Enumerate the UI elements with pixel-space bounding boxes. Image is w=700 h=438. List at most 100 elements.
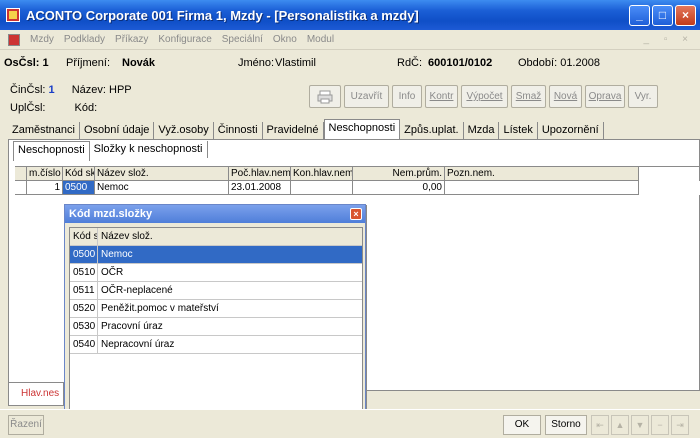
nova-button[interactable]: Nová bbox=[549, 85, 582, 108]
vyr-button[interactable]: Vyr. bbox=[628, 85, 658, 108]
menu-modul[interactable]: Modul bbox=[302, 34, 339, 45]
kod-label: Kód: bbox=[74, 102, 98, 114]
cincst-value: 1 bbox=[48, 84, 55, 96]
tab-pravidelne[interactable]: Pravidelné bbox=[263, 122, 324, 139]
uzavrit-button[interactable]: Uzavřít bbox=[344, 85, 389, 108]
close-button[interactable]: × bbox=[675, 5, 696, 26]
menu-konfigurace[interactable]: Konfigurace bbox=[153, 34, 216, 45]
code-list: Kód sk Název slož. 0500 Nemoc 0510 OČR 0… bbox=[69, 227, 363, 438]
cell-poc-hlav[interactable]: 23.01.2008 bbox=[229, 181, 291, 195]
list-item[interactable]: 0540 Nepracovní úraz bbox=[70, 336, 362, 354]
list-item[interactable]: 0500 Nemoc bbox=[70, 246, 362, 264]
jmeno-value: Vlastimil bbox=[275, 57, 316, 69]
window-title: ACONTO Corporate 001 Firma 1, Mzdy - [Pe… bbox=[26, 7, 419, 23]
col-mcislo[interactable]: m.číslo bbox=[27, 167, 63, 181]
print-button[interactable] bbox=[309, 85, 341, 108]
list-item[interactable]: 0530 Pracovní úraz bbox=[70, 318, 362, 336]
smaz-button[interactable]: Smaž bbox=[511, 85, 546, 108]
col-nazev-sloz[interactable]: Název slož. bbox=[98, 228, 362, 245]
item-kod: 0540 bbox=[70, 336, 98, 353]
menu-specialni[interactable]: Speciální bbox=[217, 34, 268, 45]
col-kon-hlav[interactable]: Kon.hlav.nem bbox=[291, 167, 353, 181]
subtab-slozky[interactable]: Složky k neschopnosti bbox=[90, 141, 208, 158]
tab-osobni-udaje[interactable]: Osobní údaje bbox=[80, 122, 155, 139]
item-nazev: OČR-neplacené bbox=[101, 285, 173, 296]
cell-nazev[interactable]: Nemoc bbox=[95, 181, 229, 195]
item-nazev: Nepracovní úraz bbox=[101, 339, 175, 350]
next-record-icon[interactable]: ▼ bbox=[631, 415, 649, 435]
row-indicator-header bbox=[15, 167, 27, 181]
cincst-label: ČinČsl: bbox=[10, 84, 46, 96]
oscst-label: OsČsl: 1 bbox=[4, 57, 49, 69]
menu-okno[interactable]: Okno bbox=[268, 34, 302, 45]
razeni-button[interactable]: Řazení bbox=[8, 415, 44, 435]
col-nazev[interactable]: Název slož. bbox=[95, 167, 229, 181]
col-nem-prum[interactable]: Nem.prům. bbox=[353, 167, 445, 181]
cell-pozn[interactable] bbox=[445, 181, 639, 195]
kontr-button[interactable]: Kontr bbox=[425, 85, 458, 108]
menu-bar: Mzdy Podklady Příkazy Konfigurace Speciá… bbox=[0, 30, 700, 50]
cell-mcislo[interactable]: 1 bbox=[27, 181, 63, 195]
tab-mzda[interactable]: Mzda bbox=[464, 122, 500, 139]
item-nazev: Peněžit.pomoc v mateřství bbox=[101, 303, 219, 314]
rdc-label: RdČ: bbox=[397, 57, 423, 69]
tab-vyz-osoby[interactable]: Vyž.osoby bbox=[154, 122, 214, 139]
popup-title-bar[interactable]: Kód mzd.složky × bbox=[65, 205, 365, 223]
item-kod: 0520 bbox=[70, 300, 98, 317]
uplcst-label: UplČsl: bbox=[10, 102, 46, 114]
sub-tabs: Neschopnosti Složky k neschopnosti bbox=[13, 141, 208, 161]
uplcst-row: UplČsl: Kód: bbox=[10, 102, 97, 114]
list-item[interactable]: 0510 OČR bbox=[70, 264, 362, 282]
col-pozn[interactable]: Pozn.nem. bbox=[445, 167, 639, 181]
col-kod-sk[interactable]: Kód sk bbox=[70, 228, 98, 245]
menu-mzdy[interactable]: Mzdy bbox=[25, 34, 59, 45]
code-lookup-popup: Kód mzd.složky × Kód sk Název slož. 0500… bbox=[64, 204, 366, 438]
app-icon bbox=[6, 8, 20, 22]
oprava-button[interactable]: Oprava bbox=[585, 85, 625, 108]
last-record-icon[interactable]: ⇥ bbox=[671, 415, 689, 435]
rdc-value: 600101/0102 bbox=[428, 57, 493, 69]
grid-header: m.číslo Kód sk Název slož. Poč.hlav.nem … bbox=[15, 167, 700, 181]
tab-cinnosti[interactable]: Činnosti bbox=[214, 122, 263, 139]
tab-listek[interactable]: Lístek bbox=[499, 122, 538, 139]
title-bar[interactable]: ACONTO Corporate 001 Firma 1, Mzdy - [Pe… bbox=[0, 0, 700, 30]
item-nazev: Nemoc bbox=[101, 249, 133, 260]
item-nazev: Pracovní úraz bbox=[101, 321, 163, 332]
mdi-window-icon[interactable] bbox=[8, 33, 20, 46]
menu-podklady[interactable]: Podklady bbox=[59, 34, 110, 45]
prijmeni-value: Novák bbox=[122, 57, 156, 69]
item-kod: 0500 bbox=[70, 246, 98, 263]
obdobi: Období: 01.2008 bbox=[518, 57, 600, 69]
popup-close-icon[interactable]: × bbox=[350, 208, 362, 220]
cell-nem-prum[interactable]: 0,00 bbox=[353, 181, 445, 195]
cell-kod[interactable]: 0500 bbox=[63, 181, 95, 195]
minus-icon[interactable]: − bbox=[651, 415, 669, 435]
popup-title: Kód mzd.složky bbox=[69, 208, 153, 220]
info-button[interactable]: Info bbox=[392, 85, 422, 108]
maximize-button[interactable]: □ bbox=[652, 5, 673, 26]
minimize-button[interactable]: _ bbox=[629, 5, 650, 26]
storno-button[interactable]: Storno bbox=[545, 415, 587, 435]
code-list-header: Kód sk Název slož. bbox=[70, 228, 362, 246]
list-item[interactable]: 0511 OČR-neplacené bbox=[70, 282, 362, 300]
subtab-neschopnosti[interactable]: Neschopnosti bbox=[13, 141, 90, 161]
table-row[interactable]: 1 0500 Nemoc 23.01.2008 0,00 bbox=[15, 181, 700, 195]
cincst-row: ČinČsl: 1 Název: HPP bbox=[10, 84, 132, 96]
col-kod[interactable]: Kód sk bbox=[63, 167, 95, 181]
tab-zamestnanci[interactable]: Zaměstnanci bbox=[8, 122, 80, 139]
tab-zpus-uplat[interactable]: Způs.uplat. bbox=[400, 122, 464, 139]
ok-button[interactable]: OK bbox=[503, 415, 541, 435]
menu-prikazy[interactable]: Příkazy bbox=[110, 34, 153, 45]
col-poc-hlav[interactable]: Poč.hlav.nem bbox=[229, 167, 291, 181]
vypocet-button[interactable]: Výpočet bbox=[461, 85, 508, 108]
printer-icon bbox=[317, 90, 333, 103]
action-toolbar: Uzavřít Info Kontr Výpočet Smaž Nová Opr… bbox=[309, 85, 658, 108]
prev-record-icon[interactable]: ▲ bbox=[611, 415, 629, 435]
tab-upozorneni[interactable]: Upozornění bbox=[538, 122, 604, 139]
row-indicator bbox=[15, 181, 27, 195]
mdi-window-controls[interactable]: _ ▫ × bbox=[643, 34, 694, 45]
cell-kon-hlav[interactable] bbox=[291, 181, 353, 195]
list-item[interactable]: 0520 Peněžit.pomoc v mateřství bbox=[70, 300, 362, 318]
tab-neschopnosti[interactable]: Neschopnosti bbox=[323, 119, 401, 139]
first-record-icon[interactable]: ⇤ bbox=[591, 415, 609, 435]
